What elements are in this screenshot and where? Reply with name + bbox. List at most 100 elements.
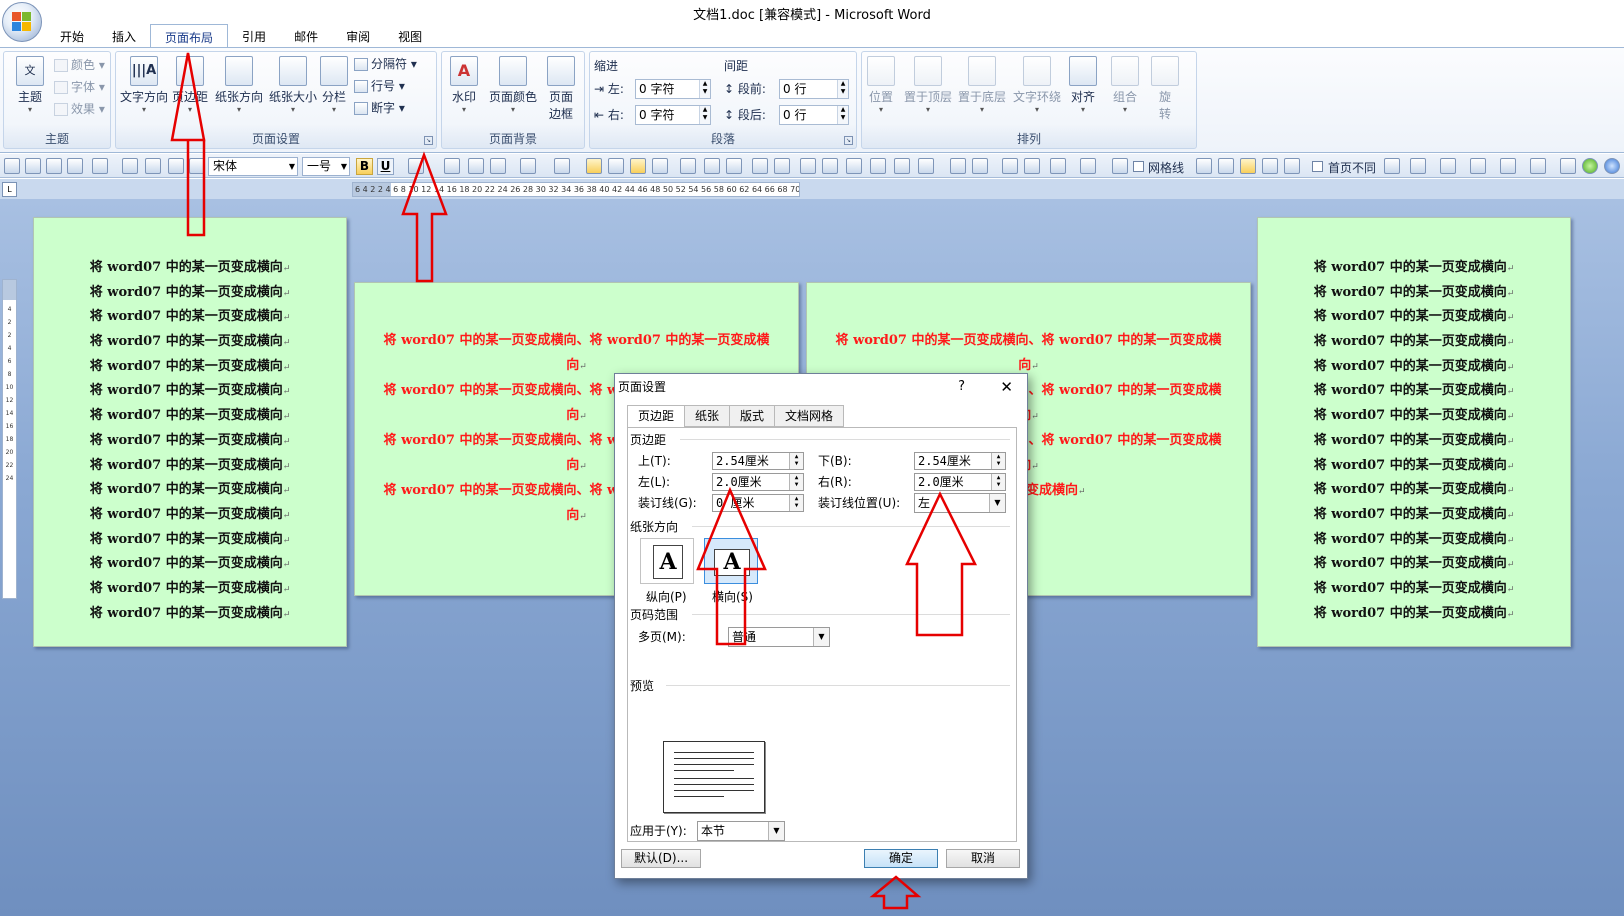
equation-icon[interactable] [1410,158,1426,174]
spinner-icon[interactable]: ▲ ▼ [991,453,1005,469]
cancel-button[interactable]: 取消 [946,849,1020,868]
gridlines-checkbox[interactable] [1133,161,1144,172]
portrait-option[interactable]: A [640,538,694,584]
paint-bucket-icon[interactable] [1530,158,1546,174]
format-painter-icon[interactable] [168,158,184,174]
tab-layout[interactable]: 版式 [730,405,776,427]
indent-right-input[interactable]: 0 字符 ▲ ▼ [635,105,711,125]
document-page-4[interactable]: 将 word07 中的某一页变成横向↵ 将 word07 中的某一页变成横向↵ … [1257,217,1571,647]
frame-icon[interactable] [1002,158,1018,174]
text-effect-icon[interactable] [189,158,205,174]
spinner-icon[interactable]: ▲ ▼ [991,474,1005,490]
align-center-icon[interactable] [630,158,646,174]
page-color-button[interactable]: 页面颜色 ▾ [488,56,538,114]
spinner-icon[interactable]: ▲ ▼ [789,495,803,511]
undo-icon[interactable] [92,158,108,174]
anchor-icon[interactable] [586,158,602,174]
top-margin-input[interactable]: 2.54厘米 ▲ ▼ [712,452,804,470]
select-objects-icon[interactable] [1080,158,1096,174]
page-borders-button[interactable]: 页面 边框 [544,56,578,122]
indent-icon[interactable] [468,158,484,174]
paste-icon[interactable] [145,158,161,174]
left-margin-input[interactable]: 2.0厘米 ▲ ▼ [712,473,804,491]
gridlines-icon[interactable] [1112,158,1128,174]
highlight-icon[interactable] [408,158,424,174]
theme-colors-button[interactable]: 颜色 ▾ [54,55,105,75]
doc-map-icon[interactable] [1262,158,1278,174]
print-preview-icon[interactable] [67,158,83,174]
picture-icon[interactable] [950,158,966,174]
tab-mailings[interactable]: 邮件 [280,24,332,48]
blue-circle-icon[interactable] [1604,158,1620,174]
align-objects-icon[interactable] [1050,158,1066,174]
gutter-position-select[interactable]: 左 ▼ [914,493,1006,513]
shapes-icon[interactable] [972,158,988,174]
close-icon[interactable]: ✕ [1000,374,1013,400]
save-icon[interactable] [4,158,20,174]
spell-icon[interactable] [608,158,624,174]
watermark-button[interactable]: A 水印 ▾ [446,56,482,114]
paragraph-launcher-icon[interactable]: ↘ [844,136,853,145]
delete-table-icon[interactable] [726,158,742,174]
bring-front-button[interactable]: 置于顶层 ▾ [902,56,954,114]
align-button[interactable]: 对齐 ▾ [1068,56,1098,114]
font-size-select[interactable]: 一号 ▼ [302,157,350,176]
theme-effects-button[interactable]: 效果 ▾ [54,99,105,119]
position-button[interactable]: 位置 ▾ [866,56,896,114]
vertical-ruler[interactable]: 4 2 2 4 6 8 10 12 14 16 18 20 22 24 [2,279,17,599]
track-icon[interactable] [1500,158,1516,174]
indent-left-input[interactable]: 0 字符 ▲ ▼ [635,79,711,99]
translate-icon[interactable] [1196,158,1212,174]
bottom-margin-input[interactable]: 2.54厘米 ▲ ▼ [914,452,1006,470]
spinner-icon[interactable]: ▲ ▼ [837,80,848,98]
green-circle-icon[interactable] [1582,158,1598,174]
tab-view[interactable]: 视图 [384,24,436,48]
columns-small-icon[interactable] [800,158,816,174]
tab-stop-selector[interactable]: L [2,182,17,197]
underline-button[interactable]: U [377,158,394,175]
spacing-before-input[interactable]: 0 行 ▲ ▼ [779,79,849,99]
spacing-after-input[interactable]: 0 行 ▲ ▼ [779,105,849,125]
text-wrap-button[interactable]: 文字环绕 ▾ [1010,56,1064,114]
bullets-icon[interactable] [490,158,506,174]
textbox-icon[interactable] [846,158,862,174]
borders-icon[interactable] [554,158,570,174]
save-as-icon[interactable] [25,158,41,174]
spinner-icon[interactable]: ▲ ▼ [837,106,848,124]
eraser-icon[interactable] [894,158,910,174]
header-footer-icon[interactable] [1284,158,1300,174]
right-margin-input[interactable]: 2.0厘米 ▲ ▼ [914,473,1006,491]
hyphenation-button[interactable]: 断字 ▾ [354,98,405,118]
rotate-button[interactable]: 旋 转 [1150,56,1180,122]
spinner-icon[interactable]: ▲ ▼ [699,80,710,98]
table-icon[interactable] [652,158,668,174]
font-name-select[interactable]: 宋体 ▼ [208,157,298,176]
default-button[interactable]: 默认(D)... [621,849,701,868]
bold-button[interactable]: B [356,158,373,175]
tab-insert[interactable]: 插入 [98,24,150,48]
merge-icon[interactable] [870,158,886,174]
symbol-icon[interactable] [1440,158,1456,174]
font-a-icon[interactable] [1560,158,1576,174]
office-button[interactable] [2,2,42,42]
diff-first-checkbox[interactable] [1312,161,1323,172]
landscape-option[interactable]: A [704,538,758,584]
tab-margins[interactable]: 页边距 [627,405,686,428]
group-button[interactable]: 组合 ▾ [1110,56,1140,114]
horizontal-ruler[interactable]: 6 4 2 2 4 6 8 10 12 14 16 18 20 22 24 26… [352,182,800,197]
tab-paper[interactable]: 纸张 [685,405,731,427]
split-icon[interactable] [822,158,838,174]
gutter-input[interactable]: 0 厘米 ▲ ▼ [712,494,804,512]
tab-home[interactable]: 开始 [46,24,98,48]
size-button[interactable]: 纸张大小 ▾ [268,56,318,114]
redo-icon[interactable] [122,158,138,174]
grid-icon[interactable] [704,158,720,174]
footer-icon[interactable] [774,158,790,174]
send-back-button[interactable]: 置于底层 ▾ [956,56,1008,114]
print-icon[interactable] [46,158,62,174]
breaks-button[interactable]: 分隔符 ▾ [354,54,417,74]
help-button[interactable]: ? [958,374,965,400]
word-count-icon[interactable] [1240,158,1256,174]
apply-to-select[interactable]: 本节 ▼ [697,821,785,841]
text-direction-button[interactable]: |||A 文字方向 ▾ [120,56,168,114]
